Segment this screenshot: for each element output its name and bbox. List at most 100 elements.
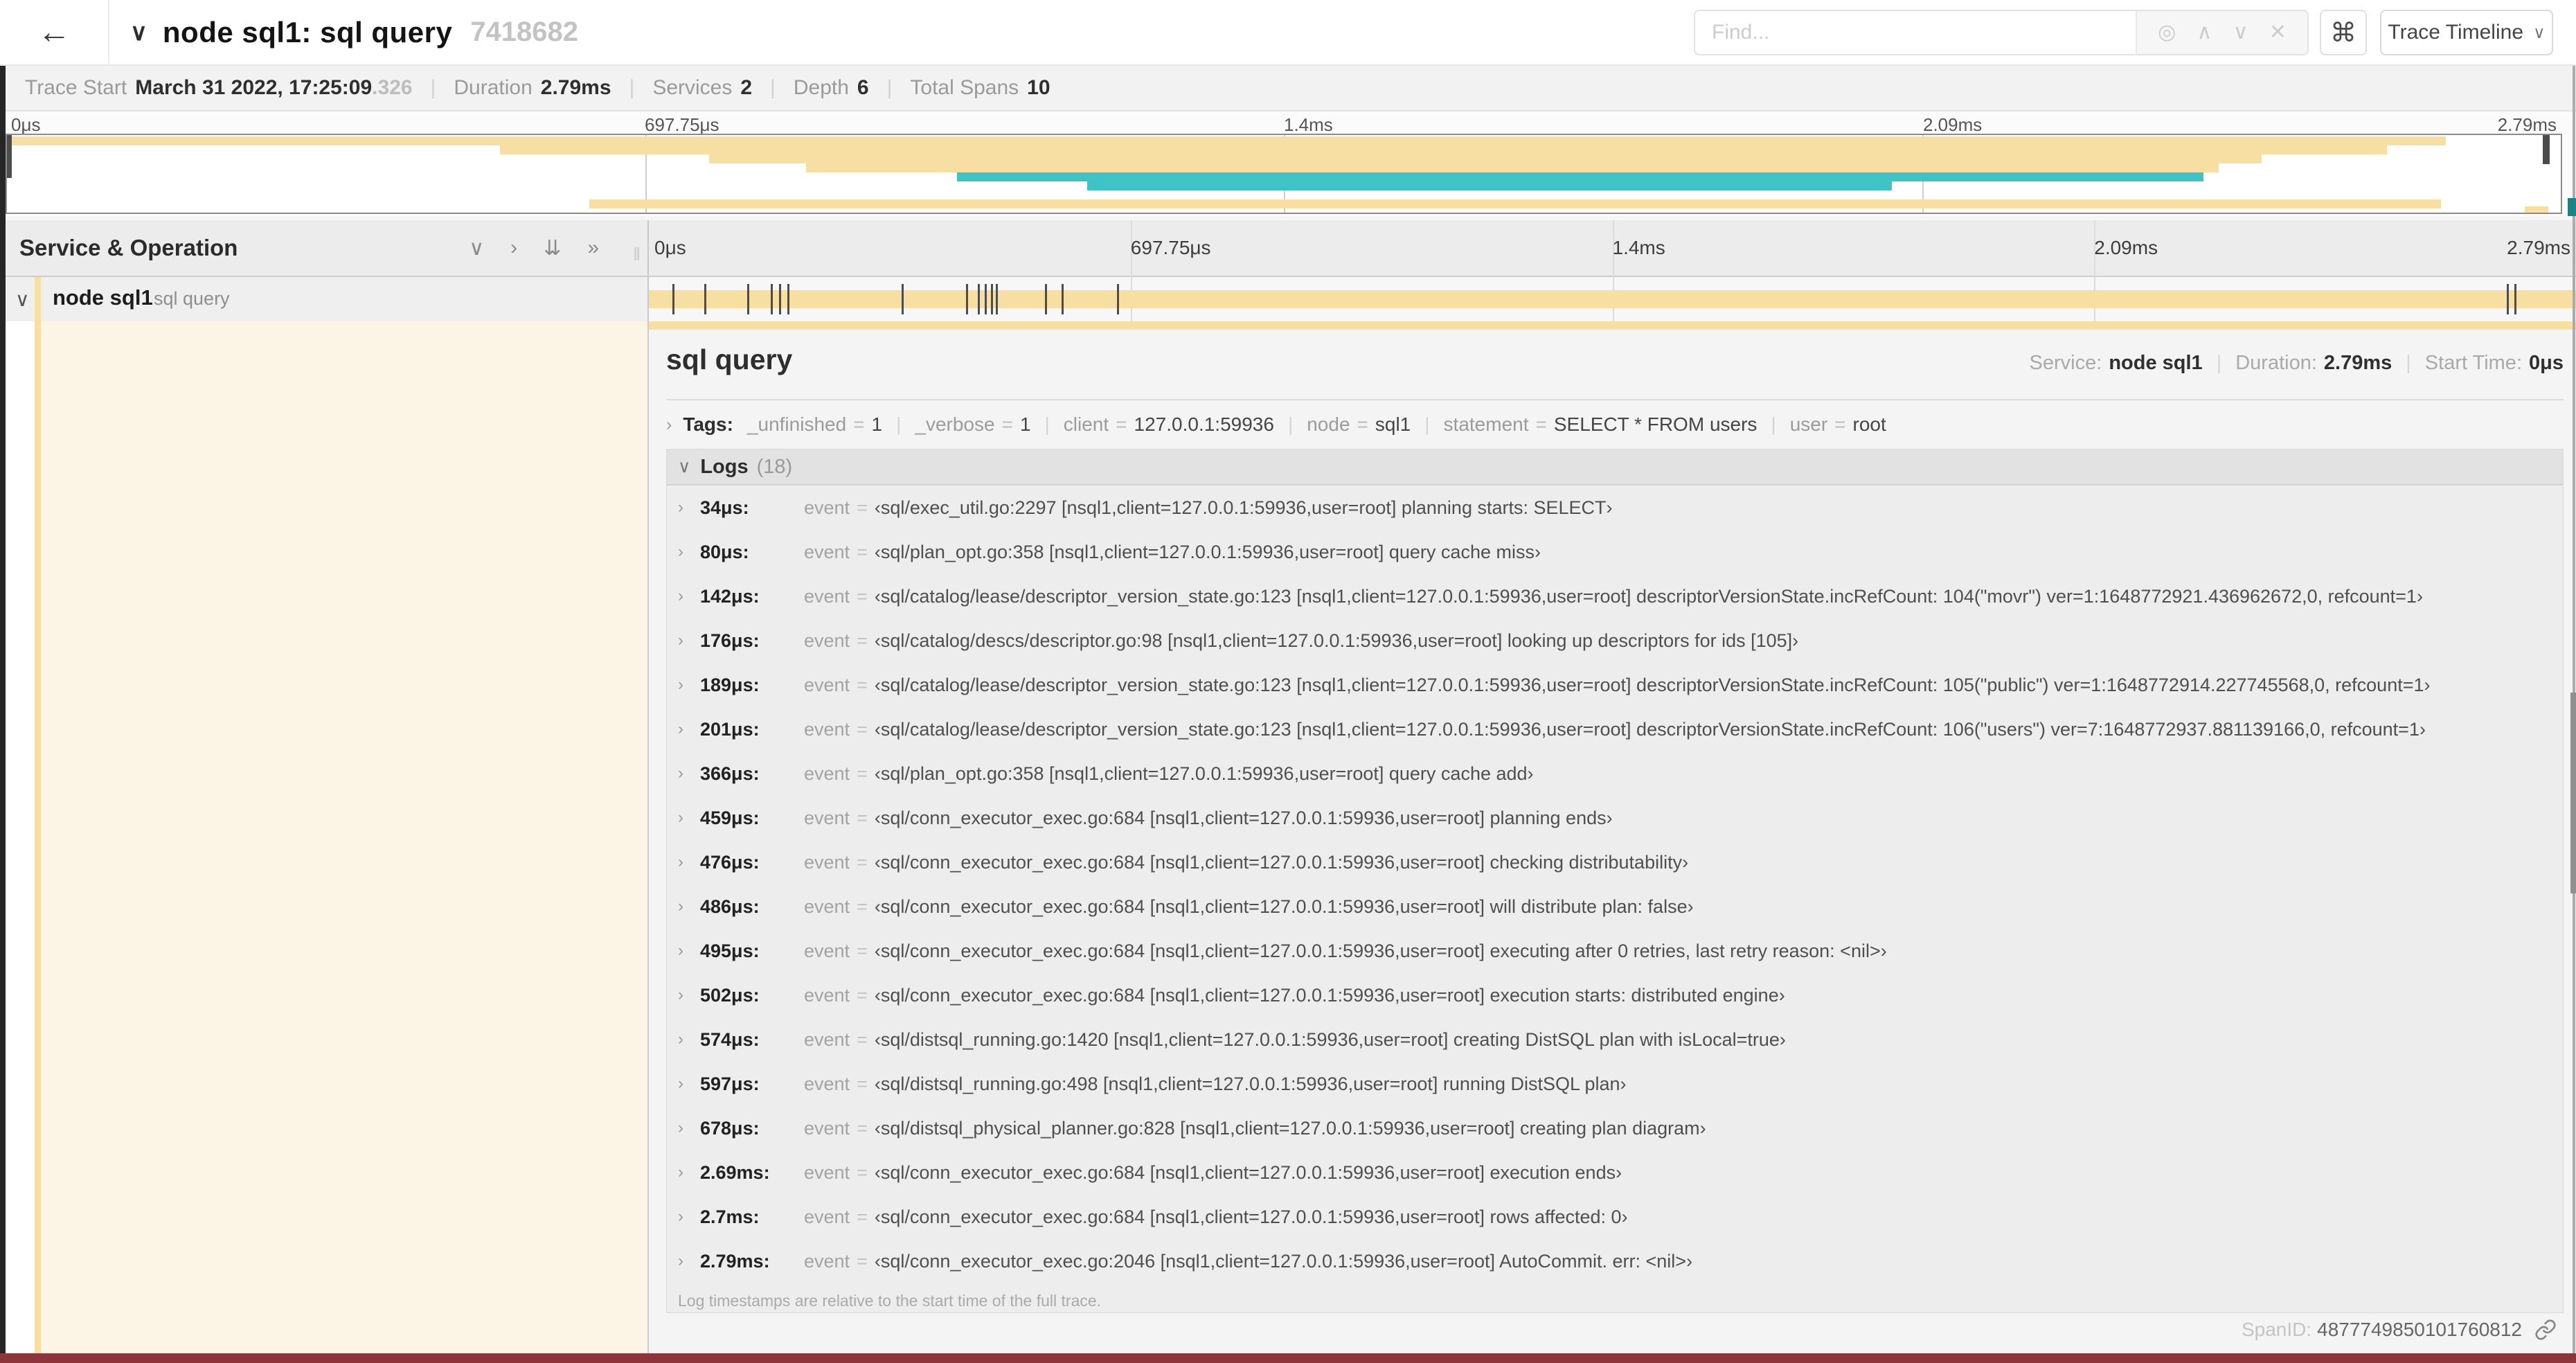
back-button[interactable]: ← bbox=[0, 0, 109, 64]
log-equals: = bbox=[857, 1073, 868, 1094]
log-row[interactable]: › 2.69ms: event = ‹sql/conn_executor_exec.go… bbox=[667, 1150, 2563, 1195]
trace-view-selector[interactable]: Trace Timeline ∨ bbox=[2380, 10, 2553, 55]
collapse-all-icon[interactable]: ⇊ bbox=[544, 236, 561, 260]
log-row[interactable]: › 2.7ms: event = ‹sql/conn_executor_exec.go:… bbox=[667, 1195, 2563, 1239]
log-expand-chevron-icon[interactable]: › bbox=[678, 631, 700, 650]
log-expand-chevron-icon[interactable]: › bbox=[678, 1163, 700, 1182]
span-row-name-column[interactable]: ∨ node sql1 sql query bbox=[0, 277, 649, 321]
log-expand-chevron-icon[interactable]: › bbox=[678, 1119, 700, 1138]
tag-separator: | bbox=[1287, 413, 1294, 435]
log-value: ‹sql/conn_executor_exec.go:684 [nsql1,cl… bbox=[874, 807, 1613, 828]
minimap-canvas[interactable] bbox=[6, 134, 2562, 214]
info-label: Depth bbox=[793, 76, 849, 99]
keyboard-shortcuts-button[interactable]: ⌘ bbox=[2320, 10, 2367, 55]
trace-title: node sql1: sql query bbox=[162, 15, 453, 48]
timeline-tick-label: 0μs bbox=[654, 237, 686, 258]
locate-icon[interactable]: ◎ bbox=[2158, 22, 2176, 43]
log-row[interactable]: › 597μs: event = ‹sql/distsql_running.go:498… bbox=[667, 1062, 2563, 1106]
log-timestamp: 495μs: bbox=[700, 940, 760, 961]
minimap-drag-handle-left[interactable] bbox=[7, 135, 12, 178]
log-row[interactable]: › 366μs: event = ‹sql/plan_opt.go:358 [nsql1… bbox=[667, 751, 2563, 796]
tag-separator: | bbox=[896, 413, 902, 435]
log-marker-tick bbox=[787, 284, 790, 314]
clear-find-icon[interactable]: ✕ bbox=[2269, 22, 2287, 43]
tags-label: Tags: bbox=[683, 413, 733, 435]
logs-header[interactable]: ∨ Logs (18) bbox=[667, 449, 2563, 485]
log-expand-chevron-icon[interactable]: › bbox=[678, 587, 700, 606]
span-collapse-chevron-icon[interactable]: ∨ bbox=[15, 288, 30, 311]
minimap-span-bar bbox=[7, 136, 2447, 145]
collapse-chevron-icon[interactable]: ∨ bbox=[130, 19, 147, 46]
minimap-drag-handle-right[interactable] bbox=[2543, 135, 2550, 164]
log-row[interactable]: › 476μs: event = ‹sql/conn_executor_exec.go:… bbox=[667, 840, 2563, 884]
log-expand-chevron-icon[interactable]: › bbox=[678, 1207, 700, 1227]
service-operation-header: Service & Operation ∨ › ⇊ » ‖ bbox=[0, 220, 649, 276]
log-marker-tick bbox=[1045, 284, 1048, 314]
log-expand-chevron-icon[interactable]: › bbox=[678, 675, 700, 695]
log-expand-chevron-icon[interactable]: › bbox=[678, 941, 700, 961]
log-value: ‹sql/conn_executor_exec.go:684 [nsql1,cl… bbox=[874, 1206, 1628, 1227]
next-match-icon[interactable]: ∨ bbox=[2233, 22, 2248, 43]
tag-equals: = bbox=[1535, 413, 1547, 435]
log-marker-tick bbox=[990, 284, 993, 314]
span-duration-bar[interactable] bbox=[649, 290, 2576, 308]
log-timestamp: 486μs: bbox=[700, 896, 760, 917]
log-expand-chevron-icon[interactable]: › bbox=[678, 1074, 700, 1094]
tags-row[interactable]: › Tags: _unfinished = 1 | _verbose = 1 | client =… bbox=[666, 409, 2564, 440]
log-row[interactable]: › 80μs: event = ‹sql/plan_opt.go:358 [nsql1,… bbox=[667, 530, 2563, 574]
log-expand-chevron-icon[interactable]: › bbox=[678, 498, 700, 517]
log-expand-chevron-icon[interactable]: › bbox=[678, 1251, 700, 1271]
log-expand-chevron-icon[interactable]: › bbox=[678, 897, 700, 916]
info-separator: | bbox=[886, 76, 893, 99]
log-value: ‹sql/distsql_physical_planner.go:828 [ns… bbox=[874, 1117, 1706, 1139]
log-timestamp: 80μs: bbox=[700, 541, 749, 562]
log-row[interactable]: › 574μs: event = ‹sql/distsql_running.go:142… bbox=[667, 1017, 2563, 1062]
log-row[interactable]: › 495μs: event = ‹sql/conn_executor_exec.go:… bbox=[667, 929, 2563, 973]
log-row[interactable]: › 34μs: event = ‹sql/exec_util.go:2297 [nsql… bbox=[667, 485, 2563, 530]
log-timestamp: 366μs: bbox=[700, 763, 760, 784]
log-row[interactable]: › 502μs: event = ‹sql/conn_executor_exec.go:… bbox=[667, 973, 2563, 1017]
tag-equals: = bbox=[853, 413, 865, 435]
span-color-stripe bbox=[35, 277, 41, 1363]
minimap-tick-label: 0μs bbox=[11, 114, 41, 135]
log-field-name: event bbox=[804, 807, 850, 828]
log-row[interactable]: › 201μs: event = ‹sql/catalog/lease/descript… bbox=[667, 707, 2563, 751]
log-timestamp: 678μs: bbox=[700, 1117, 760, 1139]
chevron-down-icon: ∨ bbox=[2533, 23, 2546, 42]
log-expand-chevron-icon[interactable]: › bbox=[678, 542, 700, 562]
trace-summary-bar: Trace Start March 31 2022, 17:25:09.326 | D… bbox=[0, 66, 2576, 112]
log-equals: = bbox=[857, 497, 868, 518]
expand-all-icon[interactable]: » bbox=[587, 236, 599, 260]
log-expand-chevron-icon[interactable]: › bbox=[678, 1030, 700, 1049]
collapse-one-icon[interactable]: ∨ bbox=[469, 236, 484, 260]
link-icon[interactable] bbox=[2534, 1319, 2557, 1341]
tag-key: node bbox=[1307, 413, 1350, 435]
log-expand-chevron-icon[interactable]: › bbox=[678, 808, 700, 828]
log-row[interactable]: › 678μs: event = ‹sql/distsql_physical_plann… bbox=[667, 1106, 2563, 1150]
log-expand-chevron-icon[interactable]: › bbox=[678, 853, 700, 872]
scrollbar-thumb[interactable] bbox=[2570, 693, 2576, 893]
column-resize-grip[interactable]: ‖ bbox=[633, 244, 642, 265]
timeline-tick-label: 1.4ms bbox=[1612, 237, 1665, 258]
log-value: ‹sql/conn_executor_exec.go:2046 [nsql1,c… bbox=[874, 1250, 1693, 1272]
span-row-timeline[interactable] bbox=[649, 277, 2576, 321]
log-row[interactable]: › 176μs: event = ‹sql/catalog/descs/descript… bbox=[667, 618, 2563, 663]
tag-key: client bbox=[1063, 413, 1109, 435]
log-value: ‹sql/distsql_running.go:1420 [nsql1,clie… bbox=[874, 1028, 1786, 1050]
log-row[interactable]: › 459μs: event = ‹sql/conn_executor_exec.go:… bbox=[667, 796, 2563, 840]
find-input[interactable] bbox=[1695, 11, 2136, 54]
tags-expand-chevron-icon[interactable]: › bbox=[666, 415, 672, 435]
log-row[interactable]: › 189μs: event = ‹sql/catalog/lease/descript… bbox=[667, 663, 2563, 707]
log-equals: = bbox=[857, 851, 868, 873]
expand-one-icon[interactable]: › bbox=[510, 236, 517, 260]
log-timestamp: 142μs: bbox=[700, 585, 760, 607]
command-icon: ⌘ bbox=[2330, 18, 2356, 48]
prev-match-icon[interactable]: ∧ bbox=[2197, 22, 2212, 43]
log-row[interactable]: › 142μs: event = ‹sql/catalog/lease/descript… bbox=[667, 574, 2563, 618]
log-expand-chevron-icon[interactable]: › bbox=[678, 986, 700, 1005]
span-row[interactable]: ∨ node sql1 sql query bbox=[0, 277, 2576, 321]
log-expand-chevron-icon[interactable]: › bbox=[678, 720, 700, 739]
log-row[interactable]: › 486μs: event = ‹sql/conn_executor_exec.go:… bbox=[667, 884, 2563, 929]
log-row[interactable]: › 2.79ms: event = ‹sql/conn_executor_exec.go… bbox=[667, 1239, 2563, 1283]
log-expand-chevron-icon[interactable]: › bbox=[678, 764, 700, 783]
